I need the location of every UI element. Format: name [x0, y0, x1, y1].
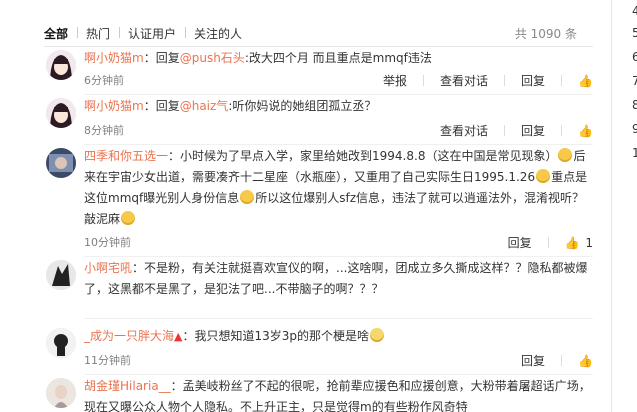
username[interactable]: 胡金瑾Hilaria__ — [84, 379, 171, 393]
sidebar-number[interactable]: 8 — [632, 98, 637, 112]
comment-actions: 回复 👍 1 — [492, 234, 593, 251]
comment-item: 四季和你五选一：小时候为了早点入学，家里给她改到1994.8.8（这在中国是常见… — [44, 146, 593, 257]
view-conversation-button[interactable]: 查看对话 — [440, 74, 488, 88]
username[interactable]: 啊小奶猫m — [84, 99, 144, 113]
comment-actions: 回复 👍 — [505, 352, 593, 369]
divider — [504, 75, 506, 86]
comment-text: ：回复 — [143, 99, 180, 113]
sidebar-number[interactable]: 4 — [632, 4, 637, 18]
like-count: 1 — [585, 236, 593, 250]
avatar[interactable] — [46, 50, 76, 80]
right-sidebar: 4 5 6 7 8 9 1 — [611, 0, 637, 412]
divider — [84, 144, 593, 145]
comment-item: 小啊宅吼：不是粉，有关注就挺喜欢宣仪的啊，...这啥啊，团成立多久撕成这样？？隐… — [44, 258, 593, 322]
tab-all[interactable]: 全部 — [44, 25, 68, 42]
mention-link[interactable]: @push石头 — [180, 51, 245, 65]
mention-link[interactable]: @haiz气 — [180, 99, 229, 113]
username[interactable]: _成为一只胖大海 — [84, 329, 174, 343]
divider — [423, 75, 425, 86]
sidebar-number[interactable]: 1 — [632, 146, 637, 160]
comment-body: _成为一只胖大海▲：我只想知道13岁3p的那个梗是啥 — [84, 326, 593, 347]
username[interactable]: 啊小奶猫m — [84, 51, 144, 65]
comment-body: 啊小奶猫m：回复@haiz气:听你妈说的她组团孤立丞？ — [84, 96, 593, 117]
comment-text: ：孟美岐粉丝了不起的很呢，抢前辈应援色和应援创意，大粉带着屠超话广 — [170, 379, 567, 393]
divider — [84, 374, 593, 375]
sidebar-number[interactable]: 6 — [632, 50, 637, 64]
comment-actions: 举报 查看对话 回复 👍 — [367, 72, 593, 89]
comment-text: 敲泥麻 — [84, 212, 121, 226]
comment-text: 重点是 — [551, 170, 588, 184]
divider — [84, 94, 593, 95]
timestamp: 8分钟前 — [84, 124, 124, 137]
divider — [561, 355, 563, 366]
report-button[interactable]: 举报 — [383, 74, 407, 88]
timestamp: 10分钟前 — [84, 236, 131, 249]
timestamp: 11分钟前 — [84, 354, 131, 367]
comment-text: 来在宇宙少女出道，需要凑齐十二星座（水瓶座），又重用了自己实际生日1995.1.… — [84, 170, 536, 184]
like-icon[interactable]: 👍 — [578, 74, 593, 88]
divider — [547, 237, 549, 248]
banana-emoji-icon — [370, 328, 385, 342]
comment-item: 胡金瑾Hilaria__：孟美岐粉丝了不起的很呢，抢前辈应援色和应援创意，大粉带… — [44, 376, 593, 412]
comment-text: ：小时候为了早点入学，家里给她改到1994.8.8（这在中国是常见现象） — [168, 149, 558, 163]
username[interactable]: 四季和你五选一 — [84, 149, 168, 163]
comment-count: 共 1090 条 — [514, 27, 577, 41]
like-icon[interactable]: 👍 — [578, 354, 593, 368]
sweat-emoji-icon — [536, 169, 551, 183]
reply-button[interactable]: 回复 — [521, 74, 545, 88]
divider — [84, 318, 593, 319]
avatar[interactable] — [46, 260, 76, 290]
comment-body: 小啊宅吼：不是粉，有关注就挺喜欢宣仪的啊，...这啥啊，团成立多久撕成这样？？隐… — [84, 258, 593, 300]
view-conversation-button[interactable]: 查看对话 — [440, 124, 488, 138]
comments-panel: 全部 热门 认证用户 关注的人 共 1090 条 啊小奶猫m：回复@push石头… — [0, 0, 611, 412]
laugh-emoji-icon — [558, 148, 573, 162]
comment-item: 啊小奶猫m：回复@haiz气:听你妈说的她组团孤立丞？ 8分钟前 查看对话 回复 👍 — [44, 96, 593, 146]
divider — [504, 125, 506, 136]
filter-tabs: 全部 热门 认证用户 关注的人 共 1090 条 — [44, 24, 593, 47]
sidebar-number[interactable]: 7 — [632, 74, 637, 88]
comment-text: :听你妈说的她组团孤立丞？ — [228, 99, 377, 113]
tab-divider — [77, 27, 78, 38]
reply-button[interactable]: 回复 — [521, 354, 545, 368]
timestamp: 6分钟前 — [84, 74, 124, 87]
divider — [561, 125, 563, 136]
comment-text: 后 — [573, 149, 586, 163]
tab-divider — [185, 27, 186, 38]
comment-text: ：回复 — [143, 51, 180, 65]
comment-text: ：我只想知道13岁3p的那个梗是啥 — [182, 329, 370, 343]
divider — [561, 75, 563, 86]
comment-body: 四季和你五选一：小时候为了早点入学，家里给她改到1994.8.8（这在中国是常见… — [84, 146, 593, 230]
sidebar-number[interactable]: 5 — [632, 26, 637, 40]
avatar[interactable] — [46, 148, 76, 178]
reply-button[interactable]: 回复 — [508, 236, 532, 250]
tab-hot[interactable]: 热门 — [86, 25, 110, 42]
divider — [84, 256, 593, 257]
avatar[interactable] — [46, 378, 76, 408]
like-icon[interactable]: 👍 — [578, 124, 593, 138]
tab-verified[interactable]: 认证用户 — [128, 25, 176, 42]
comment-item: 啊小奶猫m：回复@push石头:改大四个月 而且重点是mmqf违法 6分钟前 举… — [44, 48, 593, 100]
tab-following[interactable]: 关注的人 — [194, 25, 242, 42]
comment-text: 了，这黑都不是黑了，是犯法了吧...不带脑子的啊？？？ — [84, 282, 384, 296]
laugh-emoji-icon — [121, 211, 136, 225]
comment-body: 啊小奶猫m：回复@push石头:改大四个月 而且重点是mmqf违法 — [84, 48, 593, 69]
like-icon[interactable]: 👍 — [565, 236, 580, 250]
reply-button[interactable]: 回复 — [521, 124, 545, 138]
comment-item: _成为一只胖大海▲：我只想知道13岁3p的那个梗是啥 11分钟前 回复 👍 — [44, 326, 593, 376]
comment-text: 所以这位爆别人sfz信息，违法了就可以逍遥法外，混淆视听？ — [255, 191, 585, 205]
username[interactable]: 小啊宅吼 — [84, 261, 132, 275]
comment-text: 这位mmqf曝光别人身份信息 — [84, 191, 240, 205]
sweat-emoji-icon — [240, 190, 255, 204]
avatar[interactable] — [46, 98, 76, 128]
comment-text: :改大四个月 而且重点是mmqf违法 — [244, 51, 432, 65]
tab-divider — [119, 27, 120, 38]
sidebar-number[interactable]: 9 — [632, 122, 637, 136]
comment-text: ：不是粉，有关注就挺喜欢宣仪的啊，...这啥啊，团成立多久撕成这样？？隐私都被爆 — [132, 261, 588, 275]
comment-body: 胡金瑾Hilaria__：孟美岐粉丝了不起的很呢，抢前辈应援色和应援创意，大粉带… — [84, 376, 593, 412]
comment-actions: 查看对话 回复 👍 — [424, 122, 593, 139]
avatar[interactable] — [46, 328, 76, 358]
